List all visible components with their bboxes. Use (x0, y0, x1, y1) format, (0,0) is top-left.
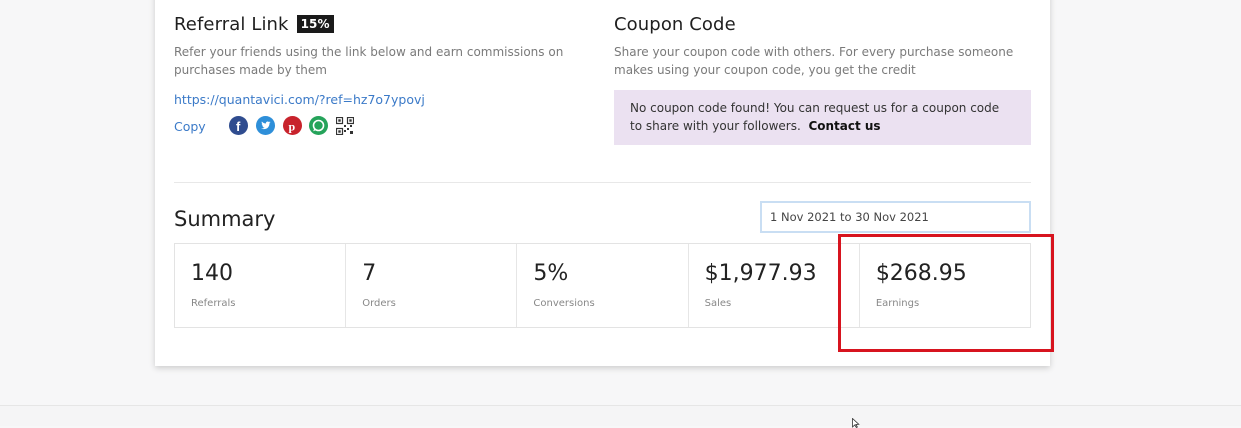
copy-link-button[interactable]: Copy (174, 119, 206, 134)
stat-conversions: 5% Conversions (517, 244, 689, 327)
stat-value: 140 (191, 261, 233, 286)
coupon-description-line: makes using your coupon code, you get th… (614, 63, 916, 77)
stat-sales: $1,977.93 Sales (689, 244, 860, 327)
referral-description-line: purchases made by them (174, 63, 327, 77)
no-coupon-notice: No coupon code found! You can request us… (614, 90, 1031, 145)
stat-value: 7 (362, 261, 377, 286)
coupon-description-line: Share your coupon code with others. For … (614, 45, 1014, 59)
referral-description-line: Refer your friends using the link below … (174, 45, 564, 59)
pinterest-icon[interactable]: p (283, 116, 302, 135)
coupon-title: Coupon Code (614, 14, 736, 35)
twitter-icon[interactable] (256, 116, 275, 135)
stat-label: Sales (704, 298, 732, 309)
notice-line: to share with your followers. Contact us (630, 117, 1015, 135)
referral-heading: Referral Link 15% (174, 14, 334, 35)
stat-label: Referrals (191, 298, 236, 309)
referral-description: Refer your friends using the link below … (174, 43, 563, 79)
summary-title: Summary (174, 207, 276, 231)
date-range-picker[interactable] (760, 201, 1031, 233)
stat-value: 5% (533, 261, 569, 286)
referral-title: Referral Link (174, 14, 289, 35)
section-divider (174, 182, 1031, 183)
svg-text:f: f (236, 119, 241, 134)
notice-line: No coupon code found! You can request us… (630, 101, 1000, 115)
earnings-highlight-box (838, 234, 1054, 352)
contact-us-link[interactable]: Contact us (808, 119, 880, 133)
qr-code-icon[interactable] (335, 116, 355, 136)
commission-badge: 15% (296, 15, 334, 33)
stat-orders: 7 Orders (346, 244, 518, 327)
facebook-icon[interactable]: f (229, 116, 248, 135)
referral-url-link[interactable]: https://quantavici.com/?ref=hz7o7ypovj (174, 92, 425, 107)
stat-referrals: 140 Referrals (175, 244, 347, 327)
mouse-cursor-icon (852, 418, 860, 428)
svg-text:p: p (289, 120, 296, 134)
stat-label: Conversions (533, 298, 595, 309)
stat-value: $1,977.93 (704, 261, 817, 286)
notice-text: to share with your followers. (630, 119, 801, 133)
coupon-description: Share your coupon code with others. For … (614, 43, 1013, 79)
stat-label: Orders (362, 298, 396, 309)
whatsapp-icon[interactable] (309, 116, 328, 135)
page-footer-band (0, 405, 1241, 426)
